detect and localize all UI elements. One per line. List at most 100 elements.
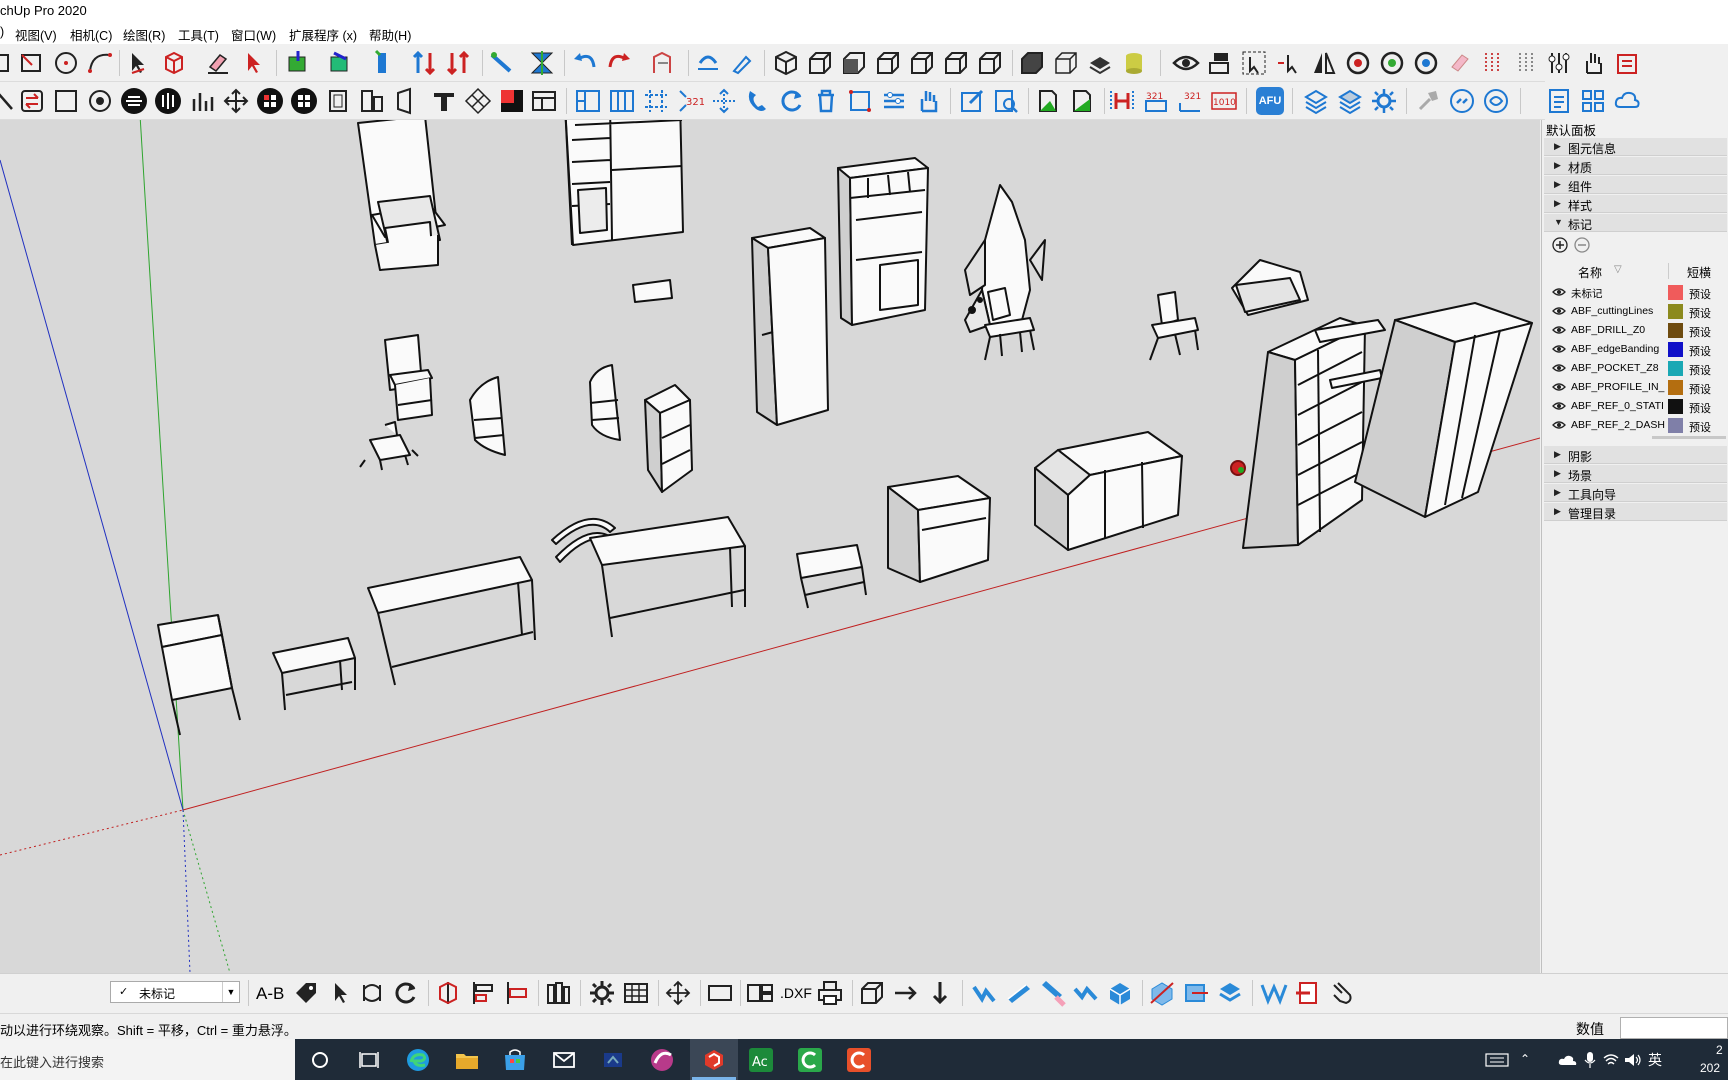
section-materials[interactable]: ▶ 材质 [1544, 157, 1727, 175]
eye-icon[interactable] [1172, 49, 1200, 77]
section-entity-info[interactable]: ▶ 图元信息 [1544, 138, 1727, 156]
square-icon[interactable] [52, 87, 80, 115]
section-plane-icon[interactable] [1206, 49, 1234, 77]
select-icon[interactable] [124, 49, 152, 77]
section-components[interactable]: ▶ 组件 [1544, 176, 1727, 194]
move-arrows-icon[interactable] [222, 87, 250, 115]
tag-row[interactable]: ABF_REF_2_DASHE 预设 [1544, 416, 1727, 435]
col-dash-header[interactable]: 短横 [1687, 264, 1711, 281]
h-letter-icon[interactable] [1108, 87, 1136, 115]
distribute-icon[interactable] [154, 87, 182, 115]
iso-view-icon[interactable] [772, 49, 800, 77]
tag-row[interactable]: 未标记 预设 [1544, 283, 1727, 302]
layout-icon[interactable] [530, 87, 558, 115]
target-blue-icon[interactable] [1412, 49, 1440, 77]
volume-icon[interactable] [1624, 1052, 1642, 1068]
move-dotted-icon[interactable] [710, 87, 738, 115]
number-321-icon[interactable]: 321 [676, 87, 704, 115]
section-instructor[interactable]: ▶ 工具向导 [1544, 484, 1727, 502]
box-layers-icon[interactable] [1216, 979, 1244, 1007]
swap-arrows-icon[interactable] [358, 979, 386, 1007]
dropper-icon[interactable] [728, 49, 756, 77]
menu-edit-fragment[interactable]: ) [0, 25, 4, 39]
refresh-icon[interactable] [778, 87, 806, 115]
list-sliders-icon[interactable] [880, 87, 908, 115]
arc-icon[interactable] [86, 49, 114, 77]
search-doc-icon[interactable] [992, 87, 1020, 115]
select-frame-icon[interactable] [846, 87, 874, 115]
tag-dash-style[interactable]: 预设 [1689, 305, 1711, 321]
visibility-eye-icon[interactable] [1552, 420, 1566, 430]
tag-color-swatch[interactable] [1668, 418, 1683, 433]
settings-icon[interactable] [588, 979, 616, 1007]
dxf-export-button[interactable]: .DXF [780, 985, 812, 1001]
tag-color-swatch[interactable] [1668, 304, 1683, 319]
menu-extensions[interactable]: 扩展程序 (x) [289, 25, 357, 44]
tag-color-swatch[interactable] [1668, 342, 1683, 357]
add-tag-icon[interactable] [1552, 237, 1568, 253]
front-view-icon[interactable] [840, 49, 868, 77]
tag-dash-style[interactable]: 预设 [1689, 362, 1711, 378]
pointing-hand-icon[interactable] [1328, 979, 1356, 1007]
menu-help[interactable]: 帮助(H) [369, 25, 411, 44]
tag-dash-style[interactable]: 预设 [1689, 419, 1711, 435]
measurements-input[interactable] [1620, 1017, 1728, 1039]
component-cube-icon[interactable] [160, 49, 188, 77]
menu-tools[interactable]: 工具(T) [178, 25, 219, 44]
tag-dash-style[interactable]: 预设 [1689, 286, 1711, 302]
menu-draw[interactable]: 绘图(R) [123, 25, 165, 44]
tag-dash-style[interactable]: 预设 [1689, 343, 1711, 359]
acrobat-green-icon[interactable]: Ac [746, 1045, 776, 1075]
tag-row[interactable]: ABF_edgeBanding 预设 [1544, 340, 1727, 359]
panel-icon[interactable] [324, 87, 352, 115]
edge-blue-icon[interactable] [970, 979, 998, 1007]
clock-time[interactable]: 2 [1716, 1043, 1723, 1057]
top-view-icon[interactable] [806, 49, 834, 77]
edge-zig-icon[interactable] [1072, 979, 1100, 1007]
edge-pink-icon[interactable] [1038, 979, 1066, 1007]
link-circle-icon[interactable] [1448, 87, 1476, 115]
section-scenes[interactable]: ▶ 场景 [1544, 465, 1727, 483]
sliders-icon[interactable] [1545, 49, 1573, 77]
link-circle-alt-icon[interactable] [1482, 87, 1510, 115]
app-blue-icon[interactable] [598, 1045, 628, 1075]
shaded-box-icon[interactable] [1018, 49, 1046, 77]
edge-browser-icon[interactable] [403, 1045, 433, 1075]
undo-curve-icon[interactable] [572, 49, 600, 77]
push-pull-blue-icon[interactable] [326, 49, 354, 77]
offset-icon[interactable] [368, 49, 396, 77]
left-view-icon[interactable] [942, 49, 970, 77]
afu-button[interactable]: AFU [1256, 87, 1284, 115]
transfer-icon[interactable] [648, 49, 676, 77]
visibility-eye-icon[interactable] [1552, 306, 1566, 316]
tag-dash-style[interactable]: 预设 [1689, 400, 1711, 416]
right-view-icon[interactable] [874, 49, 902, 77]
mail-icon[interactable] [549, 1045, 579, 1075]
four-squares-icon[interactable] [1579, 87, 1607, 115]
radio-icon[interactable] [86, 87, 114, 115]
numbering-1010-icon[interactable]: 1010 [1210, 87, 1238, 115]
three-columns-icon[interactable] [608, 87, 636, 115]
import-green-icon[interactable] [1068, 87, 1096, 115]
edit-icon[interactable] [958, 87, 986, 115]
tag-row[interactable]: ABF_POCKET_Z8 预设 [1544, 359, 1727, 378]
align-center-icon[interactable] [120, 87, 148, 115]
layers-blue-icon[interactable] [1302, 87, 1330, 115]
chevron-down-icon[interactable]: ▼ [222, 982, 239, 1002]
mirror-triangle-icon[interactable] [1310, 49, 1338, 77]
sort-icon[interactable]: ▽ [1614, 264, 1622, 275]
edge-strip-icon[interactable] [1004, 979, 1032, 1007]
w-wave-icon[interactable] [1260, 979, 1288, 1007]
visibility-eye-icon[interactable] [1552, 363, 1566, 373]
mirror-icon[interactable] [694, 49, 722, 77]
grid-white-icon[interactable] [290, 87, 318, 115]
door-open-icon[interactable] [392, 87, 420, 115]
microphone-icon[interactable] [1584, 1051, 1596, 1069]
align-mid-icon[interactable] [468, 979, 496, 1007]
viewport-canvas[interactable] [0, 120, 1540, 973]
push-pull-green-icon[interactable] [284, 49, 312, 77]
box-outline-icon[interactable] [858, 979, 886, 1007]
section-shadows[interactable]: ▶ 阴影 [1544, 446, 1727, 464]
show-hidden-icon[interactable]: ⌃ [1520, 1052, 1530, 1066]
tags-scrollbar[interactable] [1652, 436, 1726, 439]
